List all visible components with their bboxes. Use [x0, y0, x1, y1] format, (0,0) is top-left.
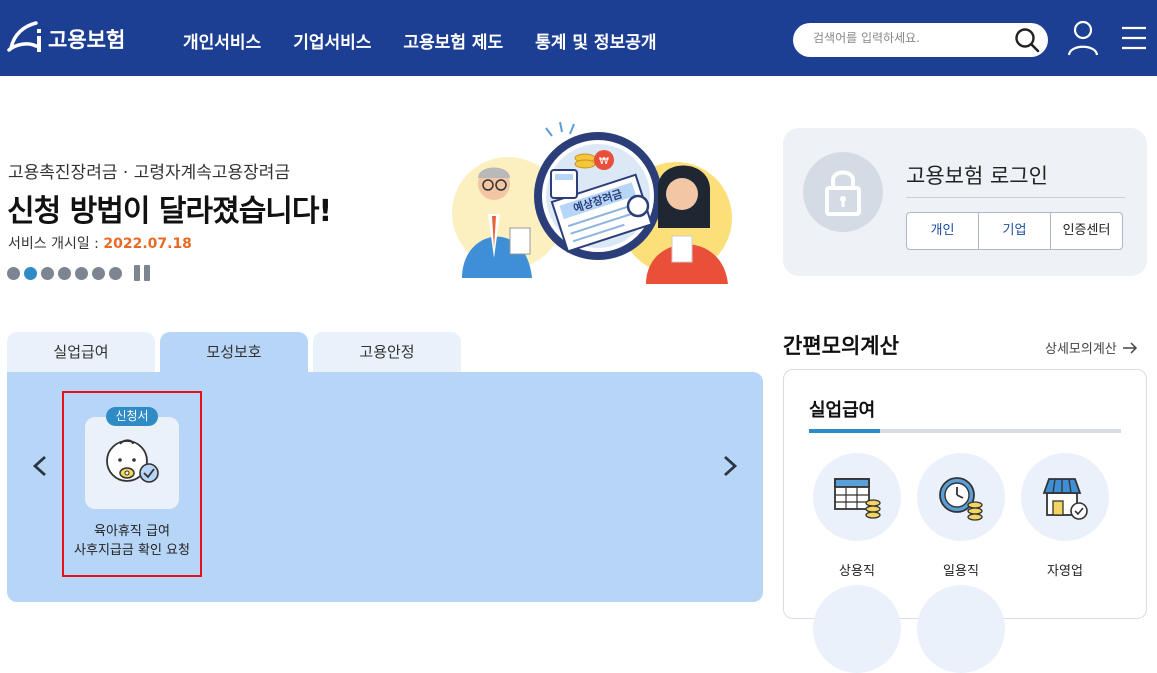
banner-title[interactable]: 신청 방법이 달라졌습니다! [7, 186, 332, 230]
banner-dot-7[interactable] [109, 266, 122, 280]
calc-item-self-employed-label: 자영업 [1047, 564, 1083, 579]
banner-pagination [7, 265, 150, 281]
svg-text:₩: ₩ [599, 156, 609, 167]
nav-insurance-system[interactable]: 고용보험 제도 [403, 28, 503, 53]
site-header: 고용보험 개인서비스 기업서비스 고용보험 제도 통계 및 정보공개 [0, 0, 1157, 76]
calc-item-next-row-1[interactable] [813, 585, 901, 673]
calendar-coins-icon [834, 478, 881, 519]
search-box [793, 23, 1048, 57]
login-divider [906, 197, 1125, 198]
service-tabs: 실업급여 모성보호 고용안정 [7, 332, 466, 373]
menu-icon[interactable] [1120, 25, 1148, 51]
banner-dot-4[interactable] [58, 266, 71, 280]
tab-unemployment[interactable]: 실업급여 [7, 332, 155, 373]
banner-dot-3[interactable] [41, 266, 54, 280]
login-personal-button[interactable]: 개인 [906, 212, 979, 250]
clock-coins-icon [939, 477, 983, 521]
calc-item-daily-circle [917, 453, 1005, 541]
nav-statistics[interactable]: 통계 및 정보공개 [535, 28, 656, 53]
calc-item-regular-circle [813, 453, 901, 541]
carousel-prev-icon[interactable] [30, 455, 50, 477]
nav-personal-services[interactable]: 개인서비스 [183, 28, 261, 53]
calc-item-next-row-2[interactable] [917, 585, 1005, 673]
search-input[interactable] [813, 31, 1003, 45]
login-business-button[interactable]: 기업 [978, 212, 1051, 250]
lock-badge [803, 152, 883, 232]
arrow-right-icon [1122, 341, 1137, 354]
calc-item-self-employed-circle [1021, 453, 1109, 541]
lock-icon [825, 170, 861, 216]
banner-date-value: 2022.07.18 [103, 236, 192, 252]
calculator-subtitle: 실업급여 [809, 400, 876, 421]
banner-date-label: 서비스 개시일 : [8, 236, 104, 252]
logo-text: 고용보험 [48, 28, 126, 52]
tab-employment-stability[interactable]: 고용안정 [313, 332, 461, 373]
banner-dot-5[interactable] [75, 266, 88, 280]
calc-item-self-employed[interactable]: 자영업 [1021, 453, 1109, 579]
login-panel: 고용보험 로그인 개인 기업 인증센터 [783, 128, 1147, 276]
calculator-title: 간편모의계산 [783, 334, 899, 358]
calc-item-daily-label: 일용직 [943, 564, 979, 579]
tab-maternity[interactable]: 모성보호 [160, 332, 308, 373]
logo-mark-icon [7, 21, 41, 52]
banner-subtitle: 고용촉진장려금 · 고령자계속고용장려금 [8, 163, 291, 183]
calc-item-regular[interactable]: 상용직 [813, 453, 901, 579]
store-icon [1042, 478, 1088, 520]
calculator-progress-fill [809, 429, 880, 433]
site-logo[interactable]: 고용보험 [6, 20, 125, 58]
carousel-next-icon[interactable] [720, 455, 740, 477]
calc-item-daily[interactable]: 일용직 [917, 453, 1005, 579]
search-icon[interactable] [1014, 27, 1040, 53]
nav-business-services[interactable]: 기업서비스 [293, 28, 371, 53]
banner-date: 서비스 개시일 : 2022.07.18 [8, 233, 192, 253]
login-cert-center-button[interactable]: 인증센터 [1050, 212, 1123, 250]
calc-item-regular-label: 상용직 [839, 564, 875, 579]
detailed-calculation-label: 상세모의계산 [1045, 342, 1117, 357]
main-navigation: 개인서비스 기업서비스 고용보험 제도 통계 및 정보공개 [183, 28, 689, 53]
banner-illustration: 예상장려금 ₩ [452, 121, 732, 284]
login-title: 고용보험 로그인 [906, 164, 1048, 188]
calculator-progress [809, 429, 1121, 433]
user-icon[interactable] [1067, 20, 1099, 56]
detailed-calculation-link[interactable]: 상세모의계산 [1045, 338, 1138, 357]
banner-dot-2[interactable] [24, 266, 37, 280]
banner-dot-6[interactable] [92, 266, 105, 280]
highlight-box [62, 391, 202, 577]
banner-pause-button[interactable] [134, 265, 150, 281]
login-button-group: 개인 기업 인증센터 [906, 212, 1123, 250]
banner-dot-1[interactable] [7, 266, 20, 280]
